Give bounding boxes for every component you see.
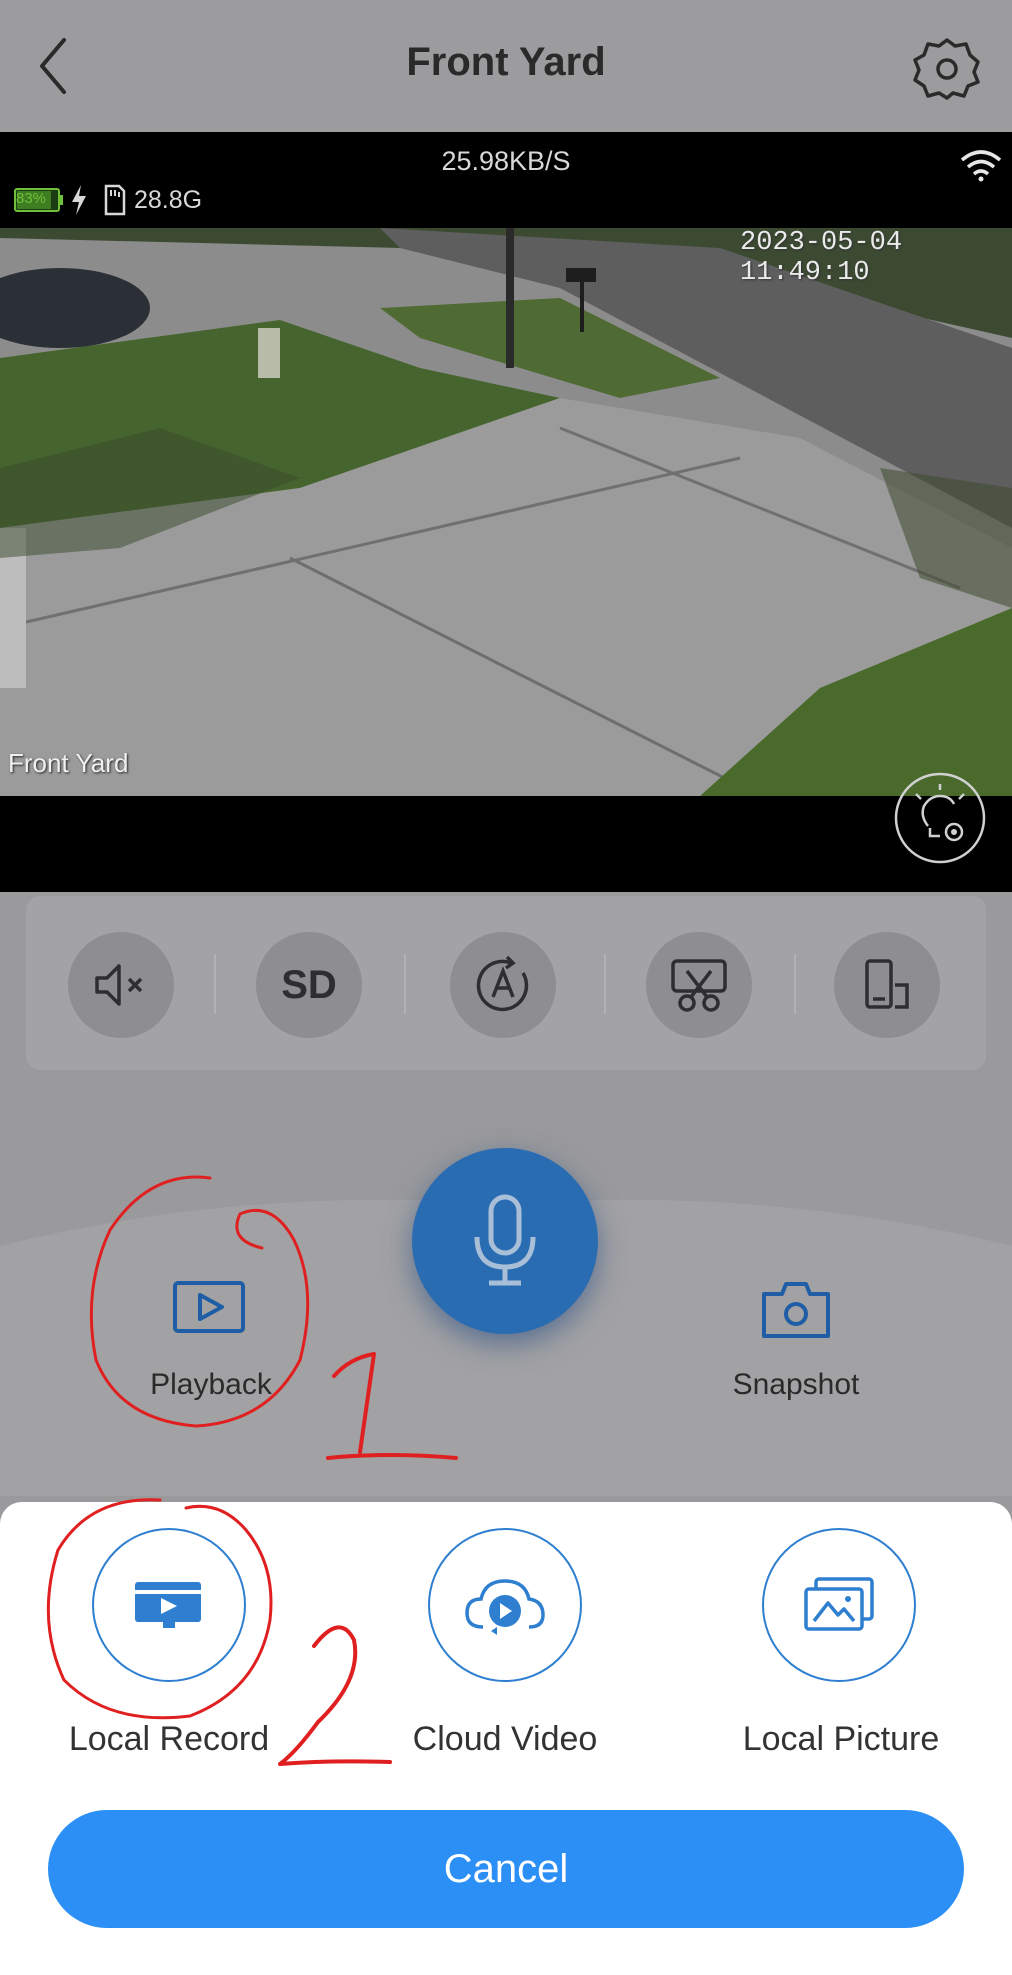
local-record-button[interactable] [92,1528,246,1682]
wifi-icon [960,150,1002,182]
toolbar-divider [794,954,796,1014]
toolbar-divider [214,954,216,1014]
bitrate-readout: 25.98KB/S [441,146,571,176]
battery-level: 83% [16,190,47,207]
toolbar-divider [604,954,606,1014]
top-bar: Front Yard [0,0,1012,132]
playback-icon[interactable] [172,1280,246,1336]
playback-options-sheet: Local Record Cloud Video Local Picture C… [0,1502,1012,1975]
toolbar-divider [404,954,406,1014]
cancel-button[interactable]: Cancel [48,1810,964,1928]
charging-bolt-icon [72,185,86,215]
light-settings-icon[interactable] [894,772,986,864]
microphone-icon [474,1194,536,1286]
cloud-video-button[interactable] [428,1528,582,1682]
mute-button[interactable] [68,932,174,1038]
auto-track-icon [476,955,529,1012]
sd-quality-label: SD [281,962,337,1007]
local-picture-button[interactable] [762,1528,916,1682]
camera-feed-image [0,228,1012,796]
device-rotate-icon [865,959,909,1009]
scissors-icon [671,959,727,1012]
talk-button[interactable] [412,1148,598,1334]
playback-label[interactable]: Playback [111,1368,311,1402]
video-timestamp: 2023-05-04 11:49:10 [740,228,903,288]
control-toolbar: SD [26,896,986,1070]
live-video-view[interactable]: 25.98KB/S 83% 28.8G 2023-05-04 11:49:10 … [0,132,1012,892]
storage-remaining: 28.8G [134,186,203,214]
cloud-video-label[interactable]: Cloud Video [355,1720,655,1759]
snapshot-label[interactable]: Snapshot [696,1368,896,1402]
sd-video-icon [135,1582,201,1628]
quality-sd-button[interactable]: SD [256,932,362,1038]
camera-name-overlay: Front Yard [8,748,129,778]
page-title: Front Yard [406,40,606,84]
rotate-device-button[interactable] [834,932,940,1038]
cloud-video-icon [465,1579,545,1635]
camera-icon[interactable] [760,1278,832,1340]
gear-icon[interactable] [912,36,982,100]
image-gallery-icon [804,1577,874,1631]
local-picture-label[interactable]: Local Picture [691,1720,991,1759]
auto-track-button[interactable] [450,932,556,1038]
local-record-label[interactable]: Local Record [19,1720,319,1759]
speaker-muted-icon [95,964,143,1006]
sd-card-icon [104,184,126,216]
clip-button[interactable] [646,932,752,1038]
